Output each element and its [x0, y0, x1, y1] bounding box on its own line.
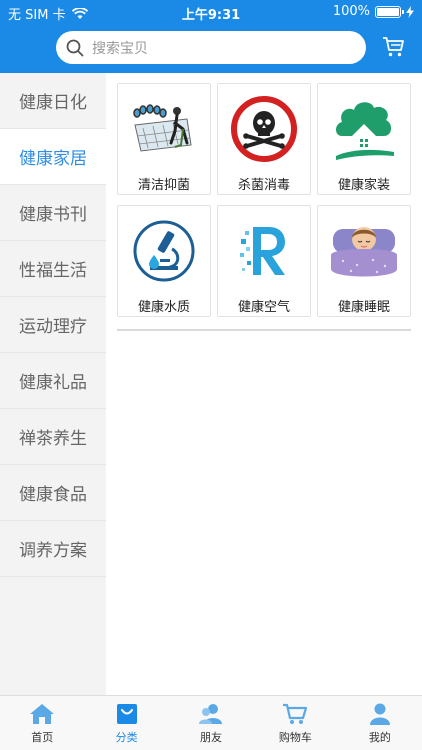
product-tile[interactable]: 健康家装 [317, 83, 411, 195]
friends-icon [199, 704, 223, 724]
product-label: 健康水质 [137, 300, 190, 315]
sidebar-item-label: 调养方案 [19, 541, 87, 561]
sidebar-item-gifts[interactable]: 健康礼品 [0, 353, 106, 409]
sidebar-item-label: 运动理疗 [19, 317, 87, 337]
battery-icon [375, 5, 404, 18]
cart-icon [283, 703, 308, 724]
product-tile[interactable]: 健康水质 [117, 205, 211, 317]
top-bar: 无 SIM 卡 上午9:31 100% 搜索宝贝 [0, 0, 422, 73]
product-tile[interactable]: 清洁抑菌 [117, 83, 211, 195]
tab-label: 购物车 [278, 731, 312, 744]
green-house-icon [336, 102, 394, 160]
product-tile[interactable]: 健康空气 [217, 205, 311, 317]
microscope-icon [133, 220, 195, 282]
category-content: 清洁抑菌 杀菌消毒 健康家装 健康水质 健康空气 健康睡眠 [106, 73, 422, 695]
tab-label: 首页 [31, 731, 54, 744]
sidebar-item-food[interactable]: 健康食品 [0, 465, 106, 521]
sidebar-item-books[interactable]: 健康书刊 [0, 185, 106, 241]
product-label: 健康家装 [337, 178, 390, 193]
tab-cart[interactable]: 购物车 [253, 696, 337, 750]
search-input[interactable]: 搜索宝贝 [56, 31, 366, 64]
sidebar-item-plans[interactable]: 调养方案 [0, 521, 106, 577]
cart-icon[interactable] [382, 35, 406, 59]
tab-category[interactable]: 分类 [84, 696, 168, 750]
tab-home[interactable]: 首页 [0, 696, 84, 750]
product-label: 健康空气 [237, 300, 290, 315]
sidebar-item-label: 健康家居 [19, 149, 87, 169]
sleeping-person-icon [331, 227, 397, 277]
cleaning-icon [133, 104, 192, 152]
divider [117, 329, 411, 331]
product-label: 杀菌消毒 [237, 178, 290, 193]
skull-warning-icon [231, 96, 297, 162]
sidebar-item-label: 禅茶养生 [19, 429, 87, 449]
sidebar-item-life[interactable]: 性福生活 [0, 241, 106, 297]
sidebar-item-label: 健康日化 [19, 93, 87, 113]
battery-percent: 100% [332, 4, 370, 19]
product-label: 健康睡眠 [337, 300, 390, 315]
search-icon [66, 39, 84, 56]
product-tile[interactable]: 杀菌消毒 [217, 83, 311, 195]
product-tile[interactable]: 健康睡眠 [317, 205, 411, 317]
product-grid: 清洁抑菌 杀菌消毒 健康家装 健康水质 健康空气 健康睡眠 [117, 83, 411, 317]
bag-icon [116, 704, 137, 724]
sidebar-item-home[interactable]: 健康家居 [0, 129, 106, 185]
home-icon [30, 704, 55, 724]
charging-icon [406, 5, 414, 18]
sidebar-item-tea[interactable]: 禅茶养生 [0, 409, 106, 465]
tab-profile[interactable]: 我的 [338, 696, 422, 750]
sidebar-item-label: 健康食品 [19, 485, 87, 505]
user-icon [369, 703, 390, 725]
sidebar-item-therapy[interactable]: 运动理疗 [0, 297, 106, 353]
tab-friends[interactable]: 朋友 [169, 696, 253, 750]
tab-label: 朋友 [200, 731, 223, 744]
product-label: 清洁抑菌 [137, 178, 190, 193]
tab-label: 分类 [115, 731, 138, 744]
sidebar-item-label: 性福生活 [19, 261, 87, 281]
air-r-icon [240, 227, 285, 275]
tab-bar: 首页 分类 朋友 购物车 我的 [0, 695, 422, 750]
sidebar-item-daily-chem[interactable]: 健康日化 [0, 73, 106, 129]
status-bar: 无 SIM 卡 上午9:31 100% [0, 0, 422, 24]
search-placeholder: 搜索宝贝 [92, 40, 148, 57]
sidebar-item-label: 健康礼品 [19, 373, 87, 393]
sidebar-item-label: 健康书刊 [19, 205, 87, 225]
tab-label: 我的 [368, 731, 391, 744]
category-sidebar: 健康日化 健康家居 健康书刊 性福生活 运动理疗 健康礼品 禅茶养生 健康食品 … [0, 73, 106, 695]
